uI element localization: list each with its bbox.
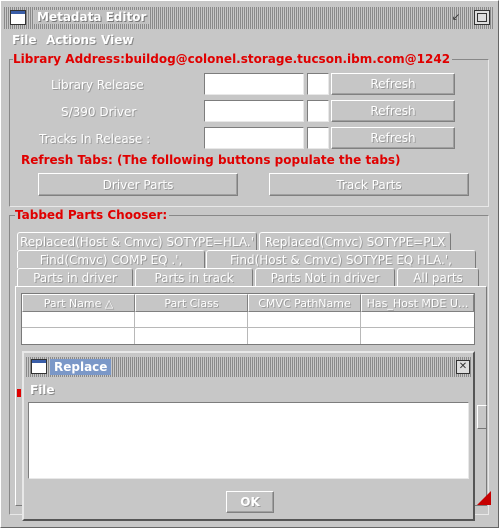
dialog-window-icon (31, 359, 47, 374)
tab-replaced-cmvc[interactable]: Replaced(Cmvc) SOTYPE=PLX (259, 232, 451, 250)
replace-text-area[interactable] (28, 402, 469, 479)
tab-all-parts[interactable]: All parts (397, 268, 479, 286)
replace-titlebar[interactable]: Replace ✕ (26, 357, 471, 377)
tracks-in-release-field[interactable] (204, 127, 304, 149)
column-header-cmvc-pathname[interactable]: CMVC PathName (248, 294, 361, 312)
column-header-part-class[interactable]: Part Class (135, 294, 248, 312)
refresh-tabs-label: Refresh Tabs: (The following buttons pop… (21, 153, 401, 167)
tab-parts-in-track[interactable]: Parts in track (135, 268, 253, 286)
tracks-in-release-label: Tracks In Release : (39, 132, 151, 146)
hidden-button-edge (477, 405, 487, 429)
main-menubar: File Actions View (4, 31, 494, 49)
menu-view[interactable]: View (101, 33, 133, 47)
tracks-in-release-extra-field[interactable] (307, 127, 329, 149)
s390-driver-refresh-button[interactable]: Refresh (331, 100, 455, 122)
library-release-extra-field[interactable] (307, 73, 329, 95)
table-row[interactable] (22, 328, 474, 344)
tracks-in-release-refresh-button[interactable]: Refresh (331, 127, 455, 149)
library-release-refresh-button[interactable]: Refresh (331, 73, 455, 95)
track-parts-button[interactable]: Track Parts (269, 173, 469, 196)
dialog-menu-file[interactable]: File (30, 383, 55, 397)
column-header-has-host-mde[interactable]: Has_Host MDE U... (361, 294, 474, 312)
tab-replaced-host-cmvc[interactable]: Replaced(Host & Cmvc) SOTYPE=HLA.' (17, 232, 257, 250)
library-address-label: Library Address:buildog@colonel.storage.… (13, 52, 453, 66)
window-icon (10, 10, 26, 25)
library-release-label: Library Release (51, 78, 144, 92)
main-titlebar[interactable]: Metadata Editor ↙ (4, 7, 494, 29)
tab-parts-not-in-driver[interactable]: Parts Not in driver (255, 268, 395, 286)
tab-parts-in-driver[interactable]: Parts in driver (17, 268, 133, 286)
replace-dialog-title: Replace (50, 359, 112, 375)
hidden-red-marker (17, 389, 21, 397)
s390-driver-extra-field[interactable] (307, 100, 329, 122)
library-release-field[interactable] (204, 73, 304, 95)
ok-button[interactable]: OK (226, 491, 274, 513)
menu-file[interactable]: File (12, 33, 37, 47)
menu-actions[interactable]: Actions (46, 33, 96, 47)
tabbed-parts-chooser-label: Tabbed Parts Chooser: (15, 208, 170, 222)
close-icon[interactable]: ✕ (456, 360, 470, 374)
tab-find-host-cmvc-sotype[interactable]: Find(Host & Cmvc) SOTYPE EQ HLA.', (206, 250, 476, 268)
s390-driver-label: S/390 Driver (61, 105, 137, 119)
maximize-icon[interactable] (474, 10, 490, 25)
replace-dialog: Replace ✕ File OK (22, 351, 475, 521)
minimize-icon[interactable]: ↙ (448, 10, 464, 25)
driver-parts-button[interactable]: Driver Parts (38, 173, 238, 196)
parts-table[interactable]: Part Name △ Part Class CMVC PathName Has… (21, 293, 475, 345)
s390-driver-field[interactable] (204, 100, 304, 122)
main-window-title: Metadata Editor (34, 10, 150, 24)
tab-find-cmvc-comp[interactable]: Find(Cmvc) COMP EQ .', (17, 250, 205, 268)
table-row[interactable] (22, 312, 474, 328)
column-header-part-name[interactable]: Part Name △ (22, 294, 135, 312)
